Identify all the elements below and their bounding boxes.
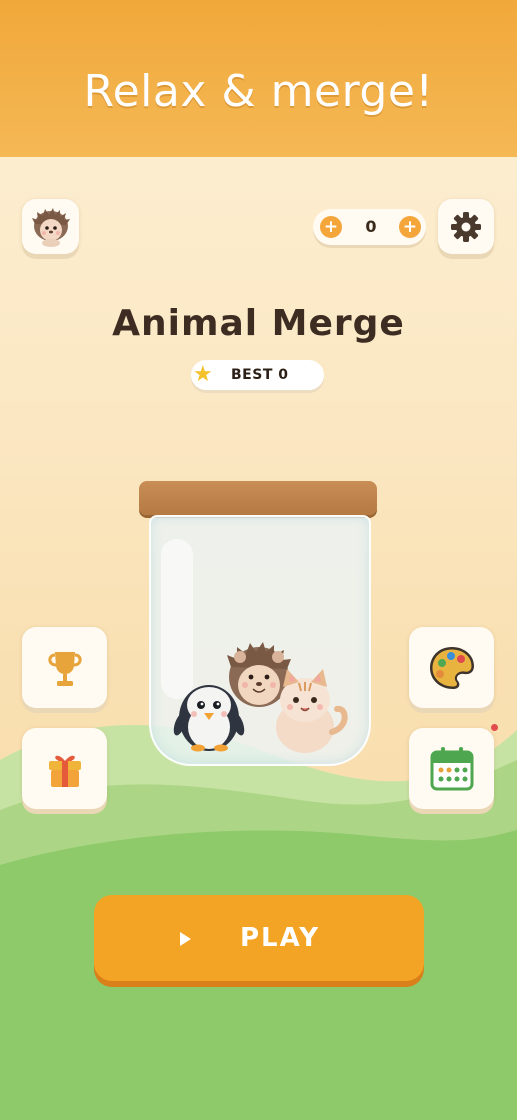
play-button-label: PLAY: [240, 923, 321, 953]
best-score-badge: ★ BEST 0: [191, 360, 324, 390]
coin-icon: +: [320, 216, 342, 238]
star-icon: ★: [193, 362, 213, 387]
daily-calendar-button[interactable]: [409, 728, 494, 809]
theme-palette-button[interactable]: [409, 627, 494, 708]
avatar-button[interactable]: [22, 199, 79, 254]
coin-count: 0: [365, 217, 377, 236]
gift-button[interactable]: [22, 728, 107, 809]
add-coins-button[interactable]: +: [399, 216, 421, 238]
cat-animal: [276, 669, 348, 753]
jar-animals: [173, 642, 348, 753]
top-banner: Relax & merge!: [0, 0, 517, 157]
play-button[interactable]: PLAY: [94, 895, 424, 981]
play-icon: [180, 932, 191, 946]
jar-lid: [139, 481, 377, 515]
best-score-label: BEST 0: [231, 367, 289, 383]
calendar-icon: [430, 746, 473, 790]
banner-title: Relax & merge!: [83, 66, 434, 117]
gift-icon: [48, 755, 81, 787]
notification-dot: [491, 724, 498, 731]
animal-jar: [149, 515, 371, 766]
game-title: Animal Merge: [112, 303, 405, 344]
hedgehog-avatar-icon: [31, 207, 70, 247]
palette-icon: [429, 646, 474, 689]
settings-button[interactable]: [438, 199, 494, 254]
coin-counter: + 0 +: [313, 209, 426, 245]
gear-icon: [451, 211, 481, 242]
trophy-icon: [47, 651, 82, 686]
trophy-button[interactable]: [22, 627, 107, 708]
